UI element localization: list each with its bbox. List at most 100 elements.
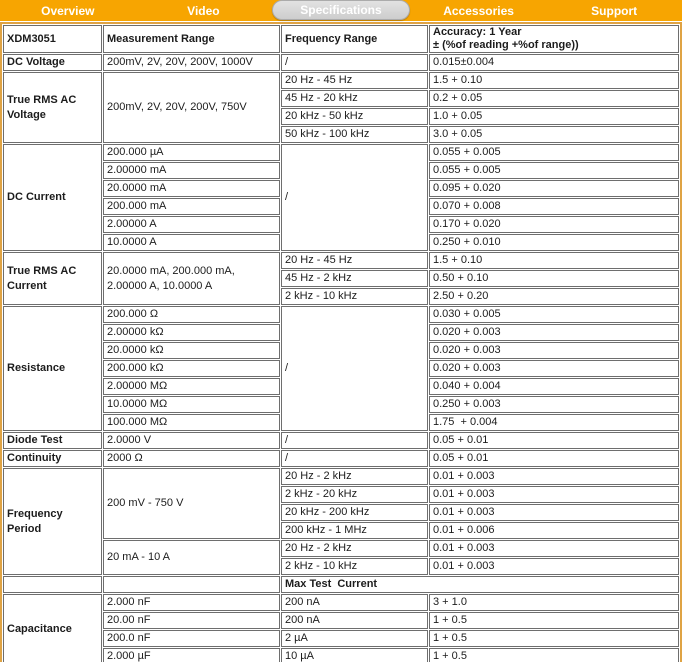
table-cell: 10.0000 A: [103, 234, 280, 251]
top-navbar: Overview Video Specifications Accessorie…: [0, 0, 682, 21]
row-label-cell: Diode Test: [3, 432, 102, 449]
table-cell: 1.0 + 0.05: [429, 108, 679, 125]
table-cell: 2.00000 kΩ: [103, 324, 280, 341]
table-cell: 20 kHz - 50 kHz: [281, 108, 428, 125]
table-cell: 20.0000 mA: [103, 180, 280, 197]
table-cell: 2.000 nF: [103, 594, 280, 611]
table-cell: 20 Hz - 2 kHz: [281, 468, 428, 485]
table-cell: 1 + 0.5: [429, 612, 679, 629]
table-cell: 0.095 + 0.020: [429, 180, 679, 197]
table-cell: 0.250 + 0.010: [429, 234, 679, 251]
table-cell: 20 Hz - 45 Hz: [281, 252, 428, 269]
table-cell: 20 Hz - 2 kHz: [281, 540, 428, 557]
table-cell: [3, 576, 102, 593]
tab-overview[interactable]: Overview: [0, 0, 136, 21]
table-cell: 0.05 + 0.01: [429, 432, 679, 449]
table-cell: 2.50 + 0.20: [429, 288, 679, 305]
table-cell: 2000 Ω: [103, 450, 280, 467]
table-row: DC Current200.000 µA/0.055 + 0.005: [3, 144, 679, 161]
table-cell: 20 mA - 10 A: [103, 540, 280, 575]
table-row: Capacitance2.000 nF200 nA3 + 1.0: [3, 594, 679, 611]
table-row: DC Voltage200mV, 2V, 20V, 200V, 1000V/0.…: [3, 54, 679, 71]
column-header-cell: Accuracy: 1 Year ± (%of reading +%of ran…: [429, 25, 679, 53]
table-row: 2.000 µF10 µA1 + 0.5: [3, 648, 679, 662]
table-cell: 2.00000 A: [103, 216, 280, 233]
row-label-cell: DC Voltage: [3, 54, 102, 71]
table-cell: /: [281, 450, 428, 467]
table-cell: 0.01 + 0.003: [429, 504, 679, 521]
table-cell: 0.01 + 0.006: [429, 522, 679, 539]
row-label-cell: Resistance: [3, 306, 102, 431]
specifications-table-body: XDM3051Measurement RangeFrequency RangeA…: [3, 25, 679, 662]
table-cell: 200mV, 2V, 20V, 200V, 1000V: [103, 54, 280, 71]
table-cell: 45 Hz - 2 kHz: [281, 270, 428, 287]
table-cell: 1.5 + 0.10: [429, 72, 679, 89]
table-row: Frequency Period200 mV - 750 V20 Hz - 2 …: [3, 468, 679, 485]
table-row: Resistance200.000 Ω/0.030 + 0.005: [3, 306, 679, 323]
table-cell: 20 Hz - 45 Hz: [281, 72, 428, 89]
table-cell: 1.5 + 0.10: [429, 252, 679, 269]
table-cell: 2.0000 V: [103, 432, 280, 449]
table-cell: /: [281, 306, 428, 431]
table-cell: 2 kHz - 20 kHz: [281, 486, 428, 503]
tab-accessories[interactable]: Accessories: [411, 0, 547, 21]
column-header-cell: Frequency Range: [281, 25, 428, 53]
table-cell: 20.0000 kΩ: [103, 342, 280, 359]
table-cell: 20.00 nF: [103, 612, 280, 629]
table-cell: 3.0 + 0.05: [429, 126, 679, 143]
table-cell: 3 + 1.0: [429, 594, 679, 611]
table-row: 20 mA - 10 A20 Hz - 2 kHz0.01 + 0.003: [3, 540, 679, 557]
table-cell: 0.05 + 0.01: [429, 450, 679, 467]
tab-specifications[interactable]: Specifications: [272, 0, 410, 20]
table-cell: 200.000 mA: [103, 198, 280, 215]
table-cell: 0.055 + 0.005: [429, 162, 679, 179]
table-cell: 50 kHz - 100 kHz: [281, 126, 428, 143]
table-row: Diode Test2.0000 V/0.05 + 0.01: [3, 432, 679, 449]
table-cell: 1 + 0.5: [429, 630, 679, 647]
table-cell: 0.070 + 0.008: [429, 198, 679, 215]
table-cell: 45 Hz - 20 kHz: [281, 90, 428, 107]
table-cell: 200.000 Ω: [103, 306, 280, 323]
table-cell: 100.000 MΩ: [103, 414, 280, 431]
table-row: 20.00 nF200 nA1 + 0.5: [3, 612, 679, 629]
table-cell: 2.00000 MΩ: [103, 378, 280, 395]
table-cell: 0.01 + 0.003: [429, 468, 679, 485]
table-row: 200.0 nF2 µA1 + 0.5: [3, 630, 679, 647]
column-header-cell: Measurement Range: [103, 25, 280, 53]
table-row: True RMS AC Voltage200mV, 2V, 20V, 200V,…: [3, 72, 679, 89]
table-cell: 0.020 + 0.003: [429, 360, 679, 377]
table-cell: 200mV, 2V, 20V, 200V, 750V: [103, 72, 280, 143]
table-cell: 0.020 + 0.003: [429, 342, 679, 359]
table-cell: 0.01 + 0.003: [429, 558, 679, 575]
table-cell: 2.000 µF: [103, 648, 280, 662]
row-label-cell: True RMS AC Voltage: [3, 72, 102, 143]
table-cell: 200.000 kΩ: [103, 360, 280, 377]
row-label-cell: DC Current: [3, 144, 102, 251]
specifications-section: XDM3051Measurement RangeFrequency RangeA…: [0, 22, 682, 662]
table-cell: 2.00000 mA: [103, 162, 280, 179]
table-cell: /: [281, 144, 428, 251]
table-cell: 0.020 + 0.003: [429, 324, 679, 341]
table-cell: 0.030 + 0.005: [429, 306, 679, 323]
table-cell: 10.0000 MΩ: [103, 396, 280, 413]
table-cell: 0.2 + 0.05: [429, 90, 679, 107]
table-cell: 0.015±0.004: [429, 54, 679, 71]
table-cell: 10 µA: [281, 648, 428, 662]
table-cell: 0.01 + 0.003: [429, 540, 679, 557]
table-cell: /: [281, 54, 428, 71]
table-row: True RMS AC Current20.0000 mA, 200.000 m…: [3, 252, 679, 269]
table-cell: 20 kHz - 200 kHz: [281, 504, 428, 521]
row-label-cell: True RMS AC Current: [3, 252, 102, 305]
table-cell: 200 nA: [281, 594, 428, 611]
table-cell: 200.000 µA: [103, 144, 280, 161]
table-cell: Max Test Current: [281, 576, 679, 593]
row-label-cell: Frequency Period: [3, 468, 102, 575]
table-cell: 20.0000 mA, 200.000 mA, 2.00000 A, 10.00…: [103, 252, 280, 305]
specifications-table: XDM3051Measurement RangeFrequency RangeA…: [0, 22, 682, 662]
row-label-cell: Capacitance: [3, 594, 102, 662]
tab-support[interactable]: Support: [546, 0, 682, 21]
table-row: Max Test Current: [3, 576, 679, 593]
table-cell: 200.0 nF: [103, 630, 280, 647]
table-cell: 0.055 + 0.005: [429, 144, 679, 161]
tab-video[interactable]: Video: [136, 0, 272, 21]
